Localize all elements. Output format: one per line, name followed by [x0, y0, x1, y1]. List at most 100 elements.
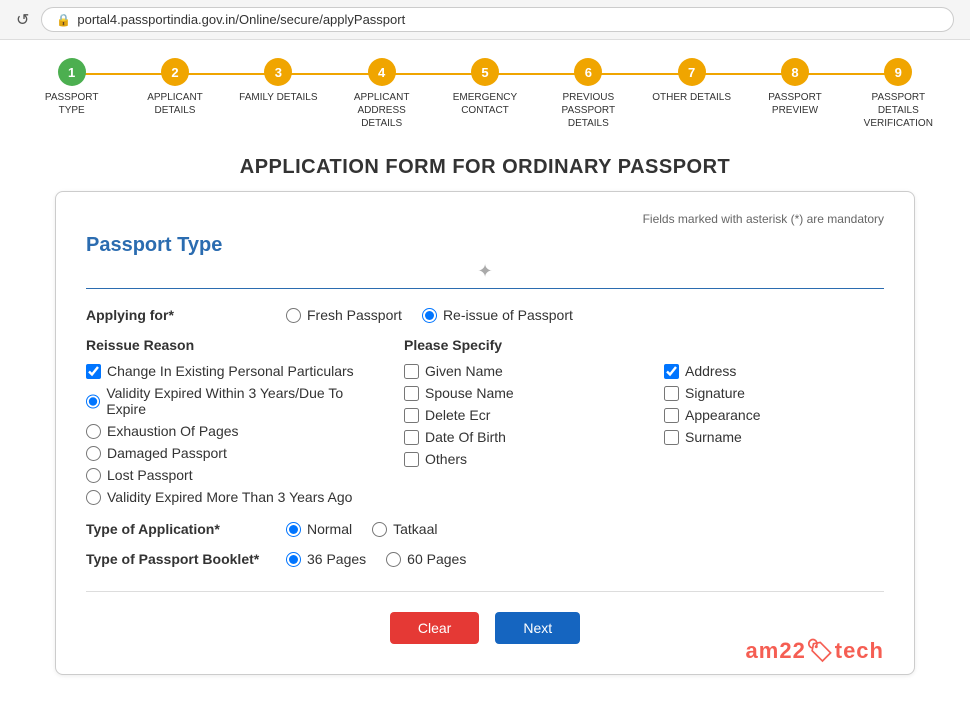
- reissue-reasons-group: Change In Existing Personal Particulars …: [86, 363, 374, 505]
- 60pages-option[interactable]: 60 Pages: [386, 551, 466, 567]
- step-9[interactable]: 9 PASSPORT DETAILS VERIFICATION: [847, 58, 950, 130]
- 36pages-label: 36 Pages: [307, 551, 366, 567]
- step-1-circle: 1: [58, 58, 86, 86]
- step-5-circle: 5: [471, 58, 499, 86]
- step-2-circle: 2: [161, 58, 189, 86]
- reissue-passport-option[interactable]: Re-issue of Passport: [422, 307, 573, 323]
- step-5[interactable]: 5 EMERGENCY CONTACT: [433, 58, 536, 117]
- step-6-circle: 6: [574, 58, 602, 86]
- section-divider: [86, 288, 884, 289]
- change-personal-label: Change In Existing Personal Particulars: [107, 363, 354, 379]
- reissue-reason-damaged[interactable]: Damaged Passport: [86, 445, 374, 461]
- fresh-passport-radio[interactable]: [286, 308, 301, 323]
- damaged-label: Damaged Passport: [107, 445, 227, 461]
- step-7[interactable]: 7 OTHER DETAILS: [640, 58, 743, 104]
- reissue-reason-col: Reissue Reason Change In Existing Person…: [86, 337, 374, 505]
- step-8[interactable]: 8 PASSPORT PREVIEW: [743, 58, 846, 117]
- normal-label: Normal: [307, 521, 352, 537]
- watermark-before: am22: [746, 638, 806, 663]
- spouse-name-label: Spouse Name: [425, 385, 514, 401]
- step-3-circle: 3: [264, 58, 292, 86]
- spouse-name-checkbox[interactable]: [404, 386, 419, 401]
- type-of-application-row: Type of Application* Normal Tatkaal: [86, 521, 884, 537]
- step-3[interactable]: 3 FAMILY DETAILS: [227, 58, 330, 104]
- address-checkbox[interactable]: [664, 364, 679, 379]
- step-9-circle: 9: [884, 58, 912, 86]
- section-title: Passport Type: [86, 234, 884, 257]
- given-name-checkbox[interactable]: [404, 364, 419, 379]
- damaged-radio[interactable]: [86, 446, 101, 461]
- specify-signature[interactable]: Signature: [664, 385, 884, 401]
- surname-checkbox[interactable]: [664, 430, 679, 445]
- signature-checkbox[interactable]: [664, 386, 679, 401]
- others-label: Others: [425, 451, 467, 467]
- specify-date-of-birth[interactable]: Date Of Birth: [404, 429, 624, 445]
- validity-more3-label: Validity Expired More Than 3 Years Ago: [107, 489, 352, 505]
- delete-ecr-label: Delete Ecr: [425, 407, 490, 423]
- date-of-birth-checkbox[interactable]: [404, 430, 419, 445]
- validity-within3-radio[interactable]: [86, 394, 100, 409]
- step-6[interactable]: 6 PREVIOUS PASSPORT DETAILS: [537, 58, 640, 130]
- step-2[interactable]: 2 APPLICANT DETAILS: [123, 58, 226, 117]
- 60pages-label: 60 Pages: [407, 551, 466, 567]
- step-8-label: PASSPORT PREVIEW: [755, 91, 835, 117]
- exhaustion-radio[interactable]: [86, 424, 101, 439]
- reissue-passport-radio[interactable]: [422, 308, 437, 323]
- specify-delete-ecr[interactable]: Delete Ecr: [404, 407, 624, 423]
- specify-appearance[interactable]: Appearance: [664, 407, 884, 423]
- next-button[interactable]: Next: [495, 612, 580, 644]
- reissue-reason-validity-more3[interactable]: Validity Expired More Than 3 Years Ago: [86, 489, 374, 505]
- url-text: portal4.passportindia.gov.in/Online/secu…: [77, 12, 405, 27]
- 36pages-option[interactable]: 36 Pages: [286, 551, 366, 567]
- specify-surname[interactable]: Surname: [664, 429, 884, 445]
- type-of-booklet-label: Type of Passport Booklet*: [86, 551, 286, 567]
- reissue-reason-exhaustion[interactable]: Exhaustion Of Pages: [86, 423, 374, 439]
- tatkaal-label: Tatkaal: [393, 521, 437, 537]
- surname-label: Surname: [685, 429, 742, 445]
- others-checkbox[interactable]: [404, 452, 419, 467]
- specify-spouse-name[interactable]: Spouse Name: [404, 385, 624, 401]
- reissue-reason-validity-within3[interactable]: Validity Expired Within 3 Years/Due To E…: [86, 385, 374, 417]
- step-4-circle: 4: [368, 58, 396, 86]
- appearance-label: Appearance: [685, 407, 761, 423]
- reissue-reason-change-personal[interactable]: Change In Existing Personal Particulars: [86, 363, 374, 379]
- step-1-label: PASSPORT TYPE: [32, 91, 112, 117]
- specify-others[interactable]: Others: [404, 451, 624, 467]
- step-4[interactable]: 4 APPLICANT ADDRESS DETAILS: [330, 58, 433, 130]
- step-8-circle: 8: [781, 58, 809, 86]
- reissue-reason-lost[interactable]: Lost Passport: [86, 467, 374, 483]
- reissue-reason-label: Reissue Reason: [86, 337, 374, 353]
- fresh-passport-option[interactable]: Fresh Passport: [286, 307, 402, 323]
- normal-radio[interactable]: [286, 522, 301, 537]
- specify-address[interactable]: Address: [664, 363, 884, 379]
- browser-bar: ↺ 🔒 portal4.passportindia.gov.in/Online/…: [0, 0, 970, 40]
- signature-label: Signature: [685, 385, 745, 401]
- application-type-options: Normal Tatkaal: [286, 521, 437, 537]
- address-label: Address: [685, 363, 736, 379]
- step-5-label: EMERGENCY CONTACT: [445, 91, 525, 117]
- normal-option[interactable]: Normal: [286, 521, 352, 537]
- type-of-booklet-row: Type of Passport Booklet* 36 Pages 60 Pa…: [86, 551, 884, 567]
- 36pages-radio[interactable]: [286, 552, 301, 567]
- exhaustion-label: Exhaustion Of Pages: [107, 423, 239, 439]
- appearance-checkbox[interactable]: [664, 408, 679, 423]
- delete-ecr-checkbox[interactable]: [404, 408, 419, 423]
- validity-within3-label: Validity Expired Within 3 Years/Due To E…: [106, 385, 374, 417]
- 60pages-radio[interactable]: [386, 552, 401, 567]
- applying-for-label: Applying for*: [86, 307, 286, 323]
- tatkaal-radio[interactable]: [372, 522, 387, 537]
- lost-radio[interactable]: [86, 468, 101, 483]
- url-bar[interactable]: 🔒 portal4.passportindia.gov.in/Online/se…: [41, 7, 954, 32]
- change-personal-checkbox[interactable]: [86, 364, 101, 379]
- applying-options: Fresh Passport Re-issue of Passport: [286, 307, 573, 323]
- refresh-icon[interactable]: ↺: [16, 10, 29, 30]
- lost-label: Lost Passport: [107, 467, 193, 483]
- clear-button[interactable]: Clear: [390, 612, 479, 644]
- validity-more3-radio[interactable]: [86, 490, 101, 505]
- tatkaal-option[interactable]: Tatkaal: [372, 521, 437, 537]
- step-1[interactable]: 1 PASSPORT TYPE: [20, 58, 123, 117]
- step-9-label: PASSPORT DETAILS VERIFICATION: [858, 91, 938, 130]
- required-star: *: [168, 307, 173, 323]
- step-7-circle: 7: [678, 58, 706, 86]
- specify-given-name[interactable]: Given Name: [404, 363, 624, 379]
